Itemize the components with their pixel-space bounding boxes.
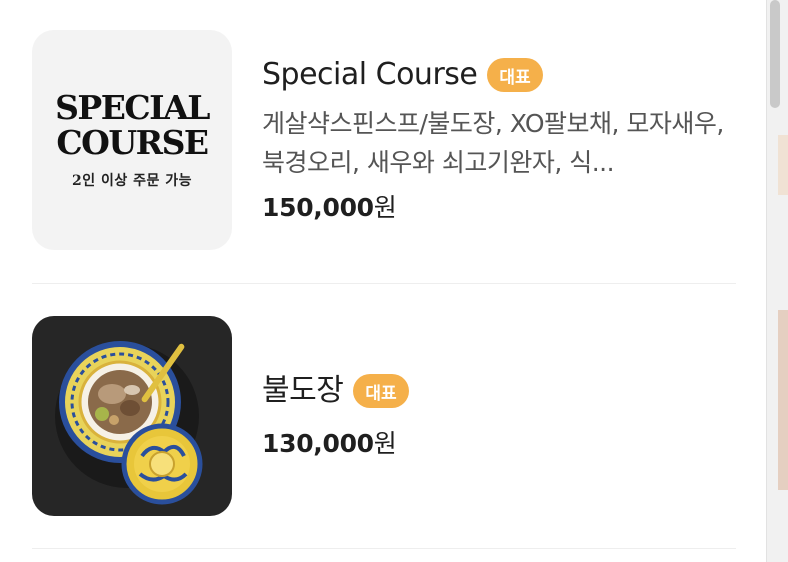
adjacent-panel-peek — [778, 310, 788, 490]
item-divider — [32, 548, 736, 549]
menu-item-info: 불도장 대표 130,000원 — [262, 372, 736, 460]
menu-item-description: 게살샥스핀스프/불도장, XO팔보채, 모자새우, 북경오리, 새우와 쇠고기완… — [262, 109, 724, 177]
buldojang-thumbnail[interactable] — [32, 316, 232, 516]
soup-dish-image — [55, 341, 203, 505]
price-unit: 원 — [373, 193, 397, 222]
menu-item-buldojang[interactable]: 불도장 대표 130,000원 — [32, 316, 736, 516]
thumbnail-subtitle: 2인 이상 주문 가능 — [71, 173, 193, 189]
menu-page: SPECIAL COURSE 2인 이상 주문 가능 Special Cours… — [0, 0, 788, 562]
item-divider — [32, 283, 736, 284]
signature-badge: 대표 — [353, 374, 409, 408]
scrollbar-thumb[interactable] — [770, 0, 780, 108]
special-course-thumbnail[interactable]: SPECIAL COURSE 2인 이상 주문 가능 — [32, 30, 232, 250]
price-unit: 원 — [373, 429, 397, 458]
signature-badge: 대표 — [487, 58, 543, 92]
title-row: Special Course 대표 — [262, 56, 736, 94]
menu-item-price: 150,000원 — [262, 188, 736, 224]
title-row: 불도장 대표 — [262, 372, 736, 410]
menu-item-special-course[interactable]: SPECIAL COURSE 2인 이상 주문 가능 Special Cours… — [32, 30, 736, 250]
menu-item-info: Special Course 대표 게살샥스핀스프/불도장, XO팔보채, 모자… — [262, 56, 736, 224]
menu-item-title: 불도장 — [262, 373, 344, 408]
menu-item-title: Special Course — [262, 57, 478, 92]
adjacent-panel-peek — [778, 135, 788, 195]
price-amount: 130,000 — [262, 429, 374, 458]
price-amount: 150,000 — [262, 193, 374, 222]
thumbnail-title-line-1: SPECIAL — [55, 88, 210, 127]
thumbnail-title-line-2: COURSE — [56, 123, 209, 162]
menu-item-price: 130,000원 — [262, 424, 736, 460]
